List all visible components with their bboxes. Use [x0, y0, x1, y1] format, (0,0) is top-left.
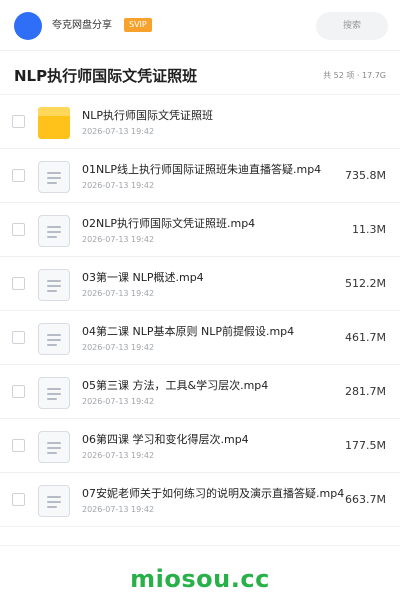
row-checkbox[interactable]: [12, 169, 25, 182]
document-icon: [38, 161, 70, 193]
document-icon: [38, 269, 70, 301]
file-size: 11.3M: [352, 223, 386, 236]
file-date: 2026-07-13 19:42: [82, 451, 155, 460]
row-checkbox[interactable]: [12, 331, 25, 344]
file-name: 06第四课 学习和变化得层次.mp4: [82, 433, 249, 446]
file-name: 07安妮老师关于如何练习的说明及演示直播答疑.mp4: [82, 487, 345, 500]
row-checkbox[interactable]: [12, 277, 25, 290]
file-size: 281.7M: [345, 385, 386, 398]
file-name: 04第二课 NLP基本原则 NLP前提假设.mp4: [82, 325, 295, 338]
file-name: 01NLP线上执行师国际证照班朱迪直播答疑.mp4: [82, 163, 322, 176]
footer-divider: [0, 545, 400, 546]
file-date: 2026-07-13 19:42: [82, 235, 155, 244]
row-checkbox[interactable]: [12, 439, 25, 452]
header-divider: [0, 50, 400, 51]
file-name: 03第一课 NLP概述.mp4: [82, 271, 204, 284]
row-checkbox[interactable]: [12, 115, 25, 128]
document-icon: [38, 431, 70, 463]
row-checkbox[interactable]: [12, 223, 25, 236]
page-title: NLP执行师国际文凭证照班: [14, 67, 198, 85]
file-date: 2026-07-13 19:42: [82, 505, 155, 514]
file-size: 461.7M: [345, 331, 386, 344]
search-input[interactable]: 搜索: [316, 12, 388, 40]
file-name: 02NLP执行师国际文凭证照班.mp4: [82, 217, 256, 230]
file-row[interactable]: 07安妮老师关于如何练习的说明及演示直播答疑.mp4 2026-07-13 19…: [0, 473, 400, 527]
document-icon: [38, 215, 70, 247]
file-date: 2026-07-13 19:42: [82, 181, 155, 190]
document-icon: [38, 377, 70, 409]
file-date: 2026-07-13 19:42: [82, 127, 155, 136]
file-row[interactable]: 03第一课 NLP概述.mp4 2026-07-13 19:42 512.2M: [0, 257, 400, 311]
row-checkbox[interactable]: [12, 385, 25, 398]
avatar[interactable]: [14, 12, 42, 40]
file-row[interactable]: 05第三课 方法，工具&学习层次.mp4 2026-07-13 19:42 28…: [0, 365, 400, 419]
row-checkbox[interactable]: [12, 493, 25, 506]
file-list: NLP执行师国际文凭证照班 2026-07-13 19:42 01NLP线上执行…: [0, 95, 400, 527]
top-bar: 夸克网盘分享 SVIP 搜索: [0, 0, 400, 52]
svip-badge: SVIP: [124, 18, 152, 32]
folder-icon: [38, 107, 70, 139]
file-row[interactable]: 06第四课 学习和变化得层次.mp4 2026-07-13 19:42 177.…: [0, 419, 400, 473]
document-icon: [38, 485, 70, 517]
file-size: 663.7M: [345, 493, 386, 506]
file-row[interactable]: 01NLP线上执行师国际证照班朱迪直播答疑.mp4 2026-07-13 19:…: [0, 149, 400, 203]
file-date: 2026-07-13 19:42: [82, 343, 155, 352]
brand-label: 夸克网盘分享: [52, 20, 112, 31]
file-size: 735.8M: [345, 169, 386, 182]
document-icon: [38, 323, 70, 355]
file-name: NLP执行师国际文凭证照班: [82, 109, 213, 122]
file-size: 177.5M: [345, 439, 386, 452]
watermark: miosou.cc: [130, 565, 270, 593]
file-row[interactable]: 04第二课 NLP基本原则 NLP前提假设.mp4 2026-07-13 19:…: [0, 311, 400, 365]
file-size: 512.2M: [345, 277, 386, 290]
folder-row[interactable]: NLP执行师国际文凭证照班 2026-07-13 19:42: [0, 95, 400, 149]
file-summary: 共 52 项 · 17.7G: [323, 71, 386, 80]
file-date: 2026-07-13 19:42: [82, 289, 155, 298]
file-date: 2026-07-13 19:42: [82, 397, 155, 406]
file-row[interactable]: 02NLP执行师国际文凭证照班.mp4 2026-07-13 19:42 11.…: [0, 203, 400, 257]
file-name: 05第三课 方法，工具&学习层次.mp4: [82, 379, 269, 392]
